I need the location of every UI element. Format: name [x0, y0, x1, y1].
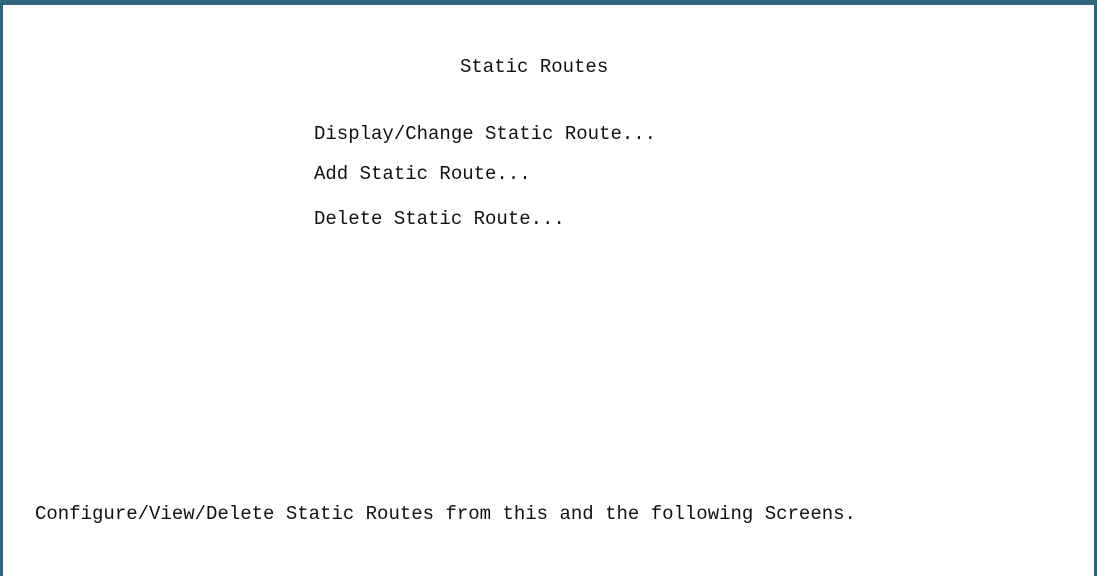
menu-item-add-static-route[interactable]: Add Static Route...: [314, 162, 531, 186]
menu-item-display-change-static-route[interactable]: Display/Change Static Route...: [314, 122, 656, 146]
terminal-screen: Static Routes Display/Change Static Rout…: [0, 0, 1097, 576]
status-help-line: Configure/View/Delete Static Routes from…: [35, 503, 856, 525]
screen-title: Static Routes: [460, 56, 609, 78]
menu-item-delete-static-route[interactable]: Delete Static Route...: [314, 207, 565, 231]
